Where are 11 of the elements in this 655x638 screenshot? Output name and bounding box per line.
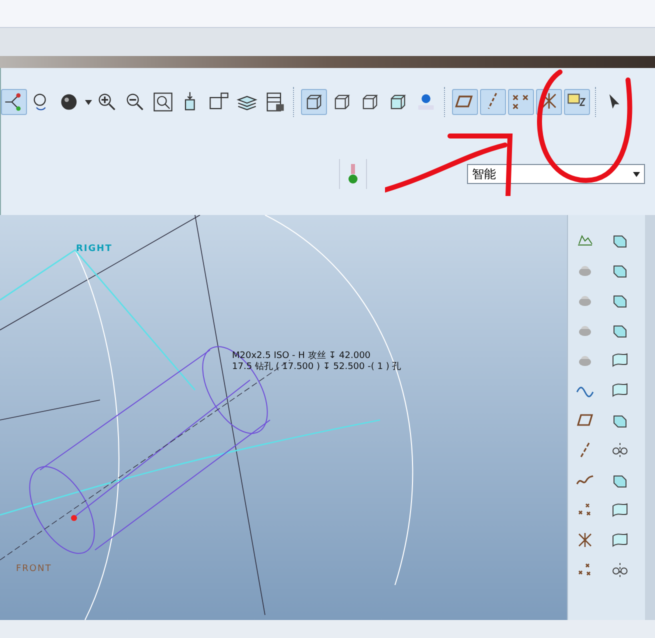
datum-label: RIGHT xyxy=(76,243,112,256)
datum-label: FRONT xyxy=(16,563,52,576)
datum-graph-icon[interactable] xyxy=(1,89,27,115)
annotation-display-icon[interactable] xyxy=(564,89,590,115)
point-display-icon[interactable] xyxy=(508,89,534,115)
traffic-light-icon xyxy=(348,163,358,185)
axis-display-icon[interactable] xyxy=(480,89,506,115)
caret-icon[interactable] xyxy=(85,100,92,104)
wireframe-icon[interactable] xyxy=(301,89,327,115)
caret-icon xyxy=(633,172,640,176)
plane-display-icon[interactable] xyxy=(452,89,478,115)
